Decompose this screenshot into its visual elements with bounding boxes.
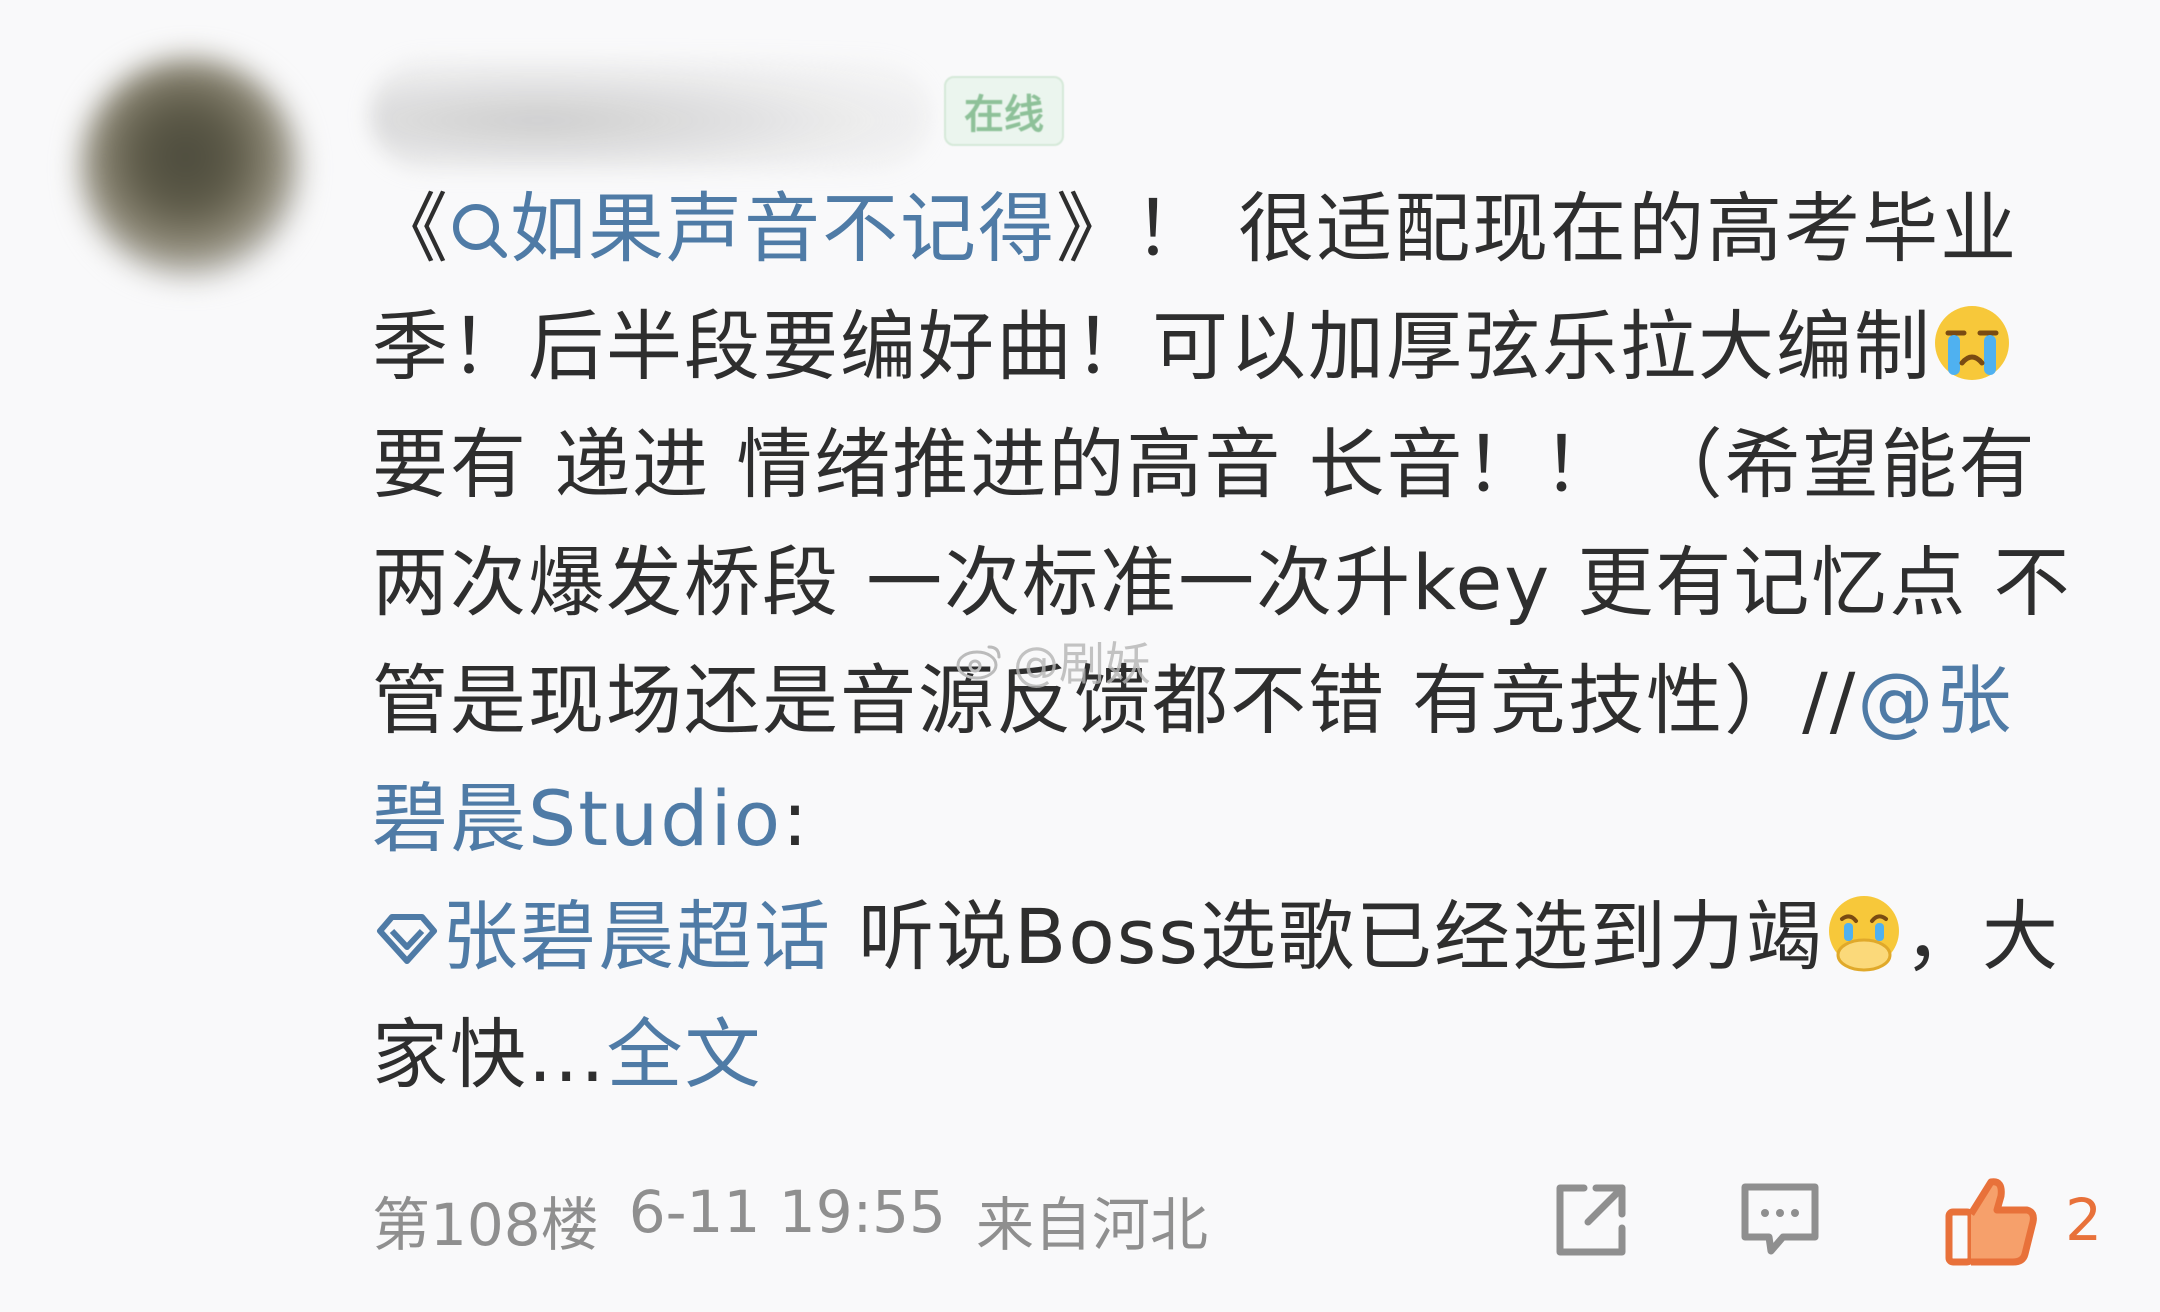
share-icon [1556, 1184, 1626, 1256]
watermark: @剧妖 [955, 628, 1151, 694]
share-button[interactable] [1548, 1178, 1632, 1262]
crying-face-icon [1935, 306, 2009, 380]
comment-button[interactable] [1737, 1177, 1823, 1263]
timestamp: 6-11 19:55 [628, 1178, 946, 1246]
like-button[interactable]: 2 [1943, 1174, 2102, 1266]
search-icon [453, 204, 507, 258]
text-segment: 听说Boss选歌已经选到力竭 [832, 892, 1824, 981]
topic-link-label: 如果声音不记得 [510, 184, 1056, 273]
location: 来自河北 [975, 1191, 1208, 1259]
thumbs-up-icon [1945, 1178, 2037, 1266]
comment-footer: 第108楼 6-11 19:55 来自河北 2 [372, 1174, 2102, 1266]
online-status-badge: 在线 [944, 76, 1064, 146]
comment-icon [1741, 1183, 1819, 1255]
like-count: 2 [2065, 1186, 2102, 1254]
super-topic-link[interactable]: 张碧晨超话 [372, 892, 832, 981]
topic-search-link[interactable]: 如果声音不记得 [450, 184, 1056, 273]
diamond-icon [377, 914, 437, 964]
super-topic-label: 张碧晨超话 [442, 892, 832, 981]
text-segment: 要有 递进 情绪推进的高音 长音！！ （希望能有两次爆发桥段 一次标准一次升ke… [372, 420, 2072, 745]
read-more-link[interactable]: 全文 [606, 1010, 762, 1099]
floor-number: 第108楼 [372, 1191, 599, 1259]
weibo-icon [956, 645, 1001, 680]
text-segment: : [782, 774, 810, 863]
hands-over-mouth-face-icon [1829, 896, 1899, 972]
avatar[interactable] [80, 58, 300, 278]
watermark-text: @剧妖 [1013, 637, 1151, 691]
comment-content: 《如果声音不记得》！ 很适配现在的高考毕业季！后半段要编好曲！可以加厚弦乐拉大编… [372, 170, 2072, 1114]
open-quote: 《 [372, 184, 450, 273]
username[interactable] [370, 60, 930, 170]
